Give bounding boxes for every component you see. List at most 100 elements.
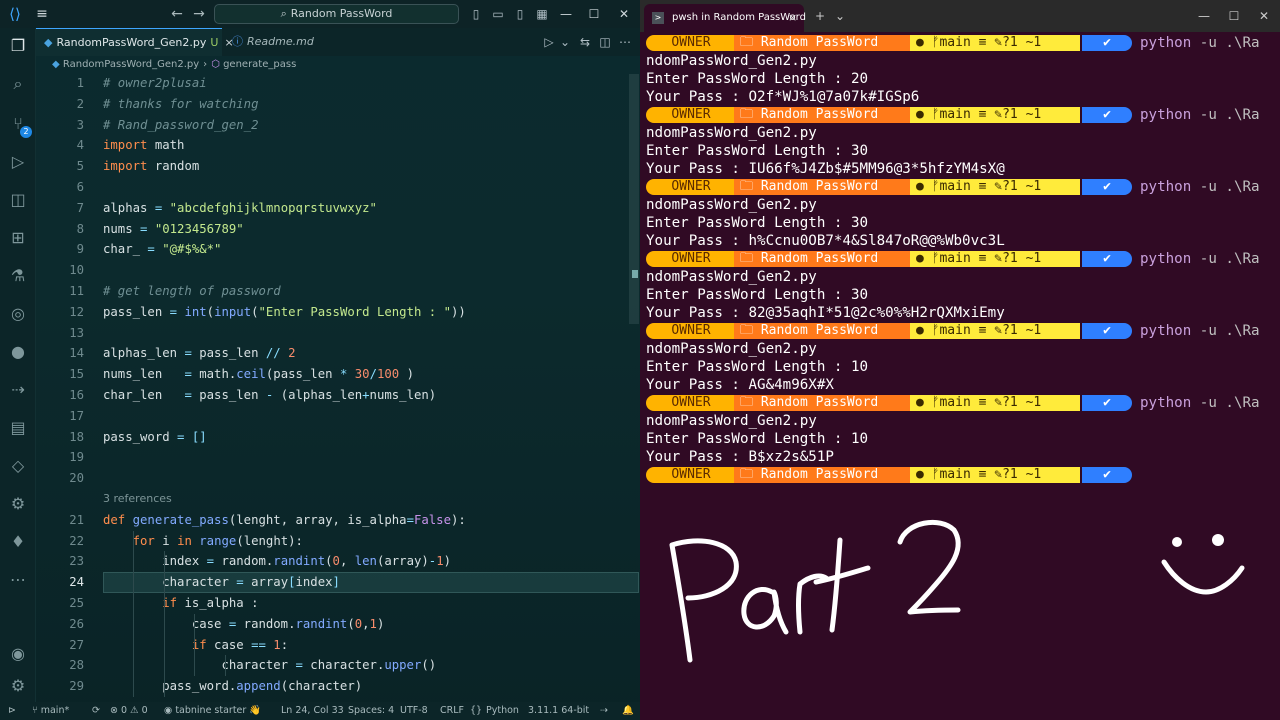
command-continuation: ndomPassWord_Gen2.py xyxy=(646,269,817,285)
length-prompt-output: Enter PassWord Length : 20 xyxy=(646,71,869,87)
close-terminal-tab-icon[interactable]: × xyxy=(788,10,797,26)
run-debug-icon[interactable]: ▷ xyxy=(6,150,30,174)
code-line[interactable]: if case == 1: xyxy=(103,635,288,656)
code-line[interactable]: nums = "0123456789" xyxy=(103,219,244,240)
notifications-icon[interactable]: 🔔 xyxy=(622,702,634,720)
toggle-panel-icon[interactable]: ▭ xyxy=(490,5,506,23)
code-line[interactable]: char_len = pass_len - (alphas_len+nums_l… xyxy=(103,385,436,406)
edit-icon: ✎ xyxy=(994,35,1003,50)
python-interpreter[interactable]: 3.11.1 64-bit xyxy=(528,702,589,720)
docker-icon[interactable]: ▤ xyxy=(6,416,30,440)
length-prompt-output: Enter PassWord Length : 30 xyxy=(646,215,869,231)
edit-icon: ✎ xyxy=(994,179,1003,194)
remote-explorer-icon[interactable]: ◫ xyxy=(6,188,30,212)
password-output: Your Pass : AG&4m96X#X xyxy=(646,377,834,393)
hamburger-menu-icon[interactable]: ≡ xyxy=(32,4,52,24)
toggle-secondary-sidebar-icon[interactable]: ▯ xyxy=(512,5,528,23)
sync-icon[interactable]: ⟳ xyxy=(92,702,100,720)
explorer-icon[interactable]: ❐ xyxy=(6,34,30,58)
split-editor-icon[interactable]: ◫ xyxy=(596,32,614,52)
code-line[interactable]: def generate_pass(lenght, array, is_alph… xyxy=(103,510,466,531)
prompt-git-segment: ● ᚠmain ≡ ✎?1 ~1 xyxy=(910,107,1080,123)
customize-layout-icon[interactable]: ▦ xyxy=(534,5,550,23)
eol-status[interactable]: CRLF xyxy=(440,702,464,720)
testing-icon[interactable]: ⚗ xyxy=(6,264,30,288)
code-line[interactable]: pass_word = [] xyxy=(103,427,207,448)
editor-scrollbar[interactable] xyxy=(629,74,639,324)
more-icon[interactable]: ⋯ xyxy=(6,568,30,592)
code-editor[interactable]: 1 # owner2plusai 2 # thanks for watching 3 # … xyxy=(36,73,639,701)
live-share-status-icon[interactable]: ⇢ xyxy=(600,702,608,720)
maximize-icon[interactable]: ☐ xyxy=(1226,8,1242,24)
dropdown-icon[interactable]: ⌄ xyxy=(832,8,848,24)
code-line[interactable]: character = character.upper() xyxy=(103,655,436,676)
account-icon[interactable]: ◉ xyxy=(6,642,30,666)
encoding-status[interactable]: UTF-8 xyxy=(400,702,428,720)
problems-status[interactable]: ⊗ 0 ⚠ 0 xyxy=(110,702,148,720)
back-arrow-icon[interactable]: ← xyxy=(168,4,186,24)
code-line[interactable]: alphas = "abcdefghijklmnopqrstuvwxyz" xyxy=(103,198,377,219)
prompt-dir-segment: 🗀 Random PassWord xyxy=(734,467,912,483)
code-line[interactable]: import math xyxy=(103,135,184,156)
vscode-window: ⟨⟩ ≡ ← → ⌕ Random PassWord ▯ ▭ ▯ ▦ — ☐ ✕ … xyxy=(0,0,640,720)
minimize-icon[interactable]: — xyxy=(552,4,580,24)
scrollbar-cursor-marker xyxy=(632,270,638,278)
breadcrumb-symbol[interactable]: generate_pass xyxy=(223,59,296,70)
open-changes-icon[interactable]: ⇆ xyxy=(576,32,594,52)
code-line[interactable]: nums_len = math.ceil(pass_len * 30/100 ) xyxy=(103,364,414,385)
github-icon: ● xyxy=(916,395,932,410)
python-icon[interactable]: ♦ xyxy=(6,530,30,554)
minimize-icon[interactable]: — xyxy=(1196,8,1212,24)
branch-name: main* xyxy=(40,705,70,716)
code-line[interactable]: pass_word.append(character) xyxy=(103,676,362,697)
line-number: 15 xyxy=(69,367,84,382)
code-line[interactable]: import random xyxy=(103,156,199,177)
code-line[interactable]: # thanks for watching xyxy=(103,94,258,115)
manage-gear-icon[interactable]: ⚙ xyxy=(6,674,30,698)
code-line[interactable]: if is_alpha : xyxy=(103,593,258,614)
command-center-search[interactable]: ⌕ Random PassWord xyxy=(214,4,459,24)
maximize-icon[interactable]: ☐ xyxy=(580,4,608,24)
live-share-icon[interactable]: ⇢ xyxy=(6,378,30,402)
language-mode[interactable]: Python xyxy=(486,702,519,720)
new-tab-icon[interactable]: + xyxy=(812,8,828,24)
forward-arrow-icon[interactable]: → xyxy=(190,4,208,24)
references-codelens[interactable]: 3 references xyxy=(103,489,172,509)
gitlens-icon[interactable]: ⚙ xyxy=(6,492,30,516)
code-line[interactable]: character = array[index] xyxy=(103,572,340,593)
line-number: 9 xyxy=(76,242,84,257)
search-icon: ⌕ xyxy=(280,7,287,20)
tab-readme[interactable]: ⓘ Readme.md xyxy=(224,28,334,56)
prompt-dir-segment: 🗀 Random PassWord xyxy=(734,35,912,51)
terminal-window: > pwsh in Random PassWord × + ⌄ — ☐ ✕ OW… xyxy=(640,0,1280,720)
code-line[interactable]: alphas_len = pass_len // 2 xyxy=(103,343,296,364)
tab-randompassword-gen2[interactable]: ◆ RandomPassWord_Gen2.py U × xyxy=(36,28,234,56)
terminal-tab[interactable]: > pwsh in Random PassWord × xyxy=(644,4,806,32)
close-window-icon[interactable]: ✕ xyxy=(1256,8,1272,24)
code-line[interactable]: # Rand_password_gen_2 xyxy=(103,115,258,136)
toggle-sidebar-icon[interactable]: ▯ xyxy=(468,5,484,23)
indentation-status[interactable]: Spaces: 4 xyxy=(348,702,394,720)
code-line[interactable]: case = random.randint(0,1) xyxy=(103,614,385,635)
branch-status[interactable]: ⑂ main* xyxy=(32,702,69,720)
run-dropdown-icon[interactable]: ⌄ xyxy=(556,32,574,52)
extensions-icon[interactable]: ⊞ xyxy=(6,226,30,250)
terminal-output[interactable]: OWNER 🗀 Random PassWord ● ᚠmain ≡ ✎?1 ~1 ✔ p… xyxy=(646,32,1280,492)
remote-indicator-icon[interactable]: ⊳ xyxy=(8,702,16,720)
cursor-position[interactable]: Ln 24, Col 33 xyxy=(281,702,344,720)
code-line[interactable]: pass_len = int(input("Enter PassWord Len… xyxy=(103,302,466,323)
tabnine-status[interactable]: ◉ tabnine starter 👋 xyxy=(164,702,261,720)
code-line[interactable]: # owner2plusai xyxy=(103,73,207,94)
search-view-icon[interactable]: ⌕ xyxy=(6,72,30,96)
browser-icon[interactable]: ◎ xyxy=(6,302,30,326)
prompt-git-status-text: ?1 ~1 xyxy=(1002,395,1042,410)
code-icon[interactable]: ◇ xyxy=(6,454,30,478)
breadcrumb-file[interactable]: RandomPassWord_Gen2.py xyxy=(63,59,199,70)
braces-icon[interactable]: {} xyxy=(470,702,482,720)
code-line[interactable]: # get length of password xyxy=(103,281,281,302)
close-window-icon[interactable]: ✕ xyxy=(610,4,638,24)
code-line[interactable]: char_ = "@#$%&*" xyxy=(103,239,221,260)
github-icon[interactable]: ● xyxy=(6,340,30,364)
more-actions-icon[interactable]: ⋯ xyxy=(616,32,634,52)
code-line[interactable]: index = random.randint(0, len(array)-1) xyxy=(103,551,451,572)
